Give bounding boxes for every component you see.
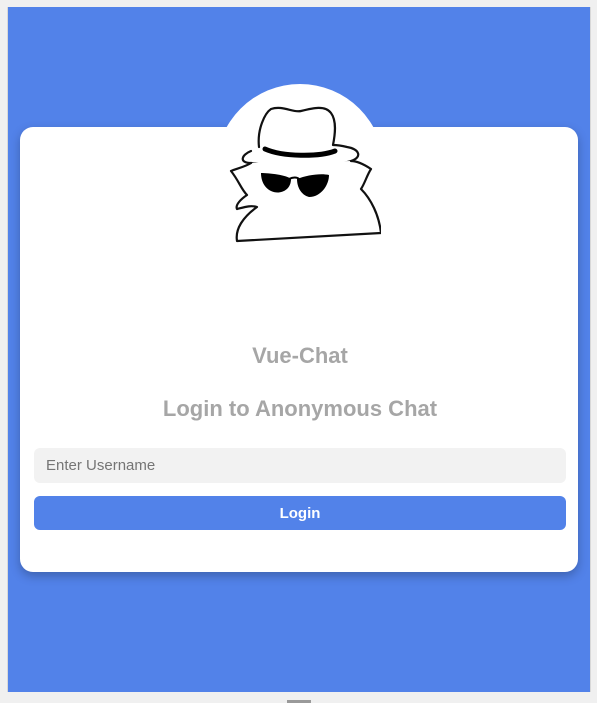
username-input[interactable] xyxy=(34,448,566,483)
app-title: Vue-Chat xyxy=(252,343,348,368)
incognito-spy-icon xyxy=(229,106,381,243)
app-viewport: Vue-Chat Login to Anonymous Chat Login xyxy=(7,7,591,692)
login-button[interactable]: Login xyxy=(34,496,566,530)
login-heading: Login to Anonymous Chat xyxy=(162,396,438,421)
